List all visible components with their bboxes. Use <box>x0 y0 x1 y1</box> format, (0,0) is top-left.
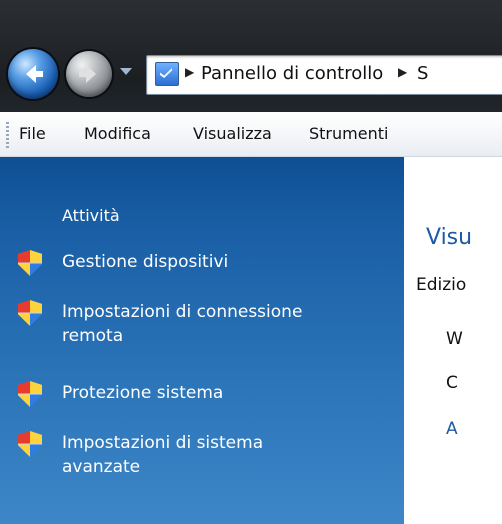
task-link-system-protection[interactable]: Protezione sistema <box>62 381 223 405</box>
page-title: Visu <box>426 225 473 250</box>
uac-shield-icon <box>18 250 42 276</box>
task-link-label: Gestione dispositivi <box>62 252 229 272</box>
menu-label: File <box>19 124 46 143</box>
task-pane: Attività Gestione dispositivi Impostazio… <box>0 157 404 524</box>
menu-label: Visualizza <box>193 124 272 143</box>
task-link-label: Impostazioni di sistema <box>62 433 264 453</box>
task-link-label: Protezione sistema <box>62 383 224 403</box>
task-link-label: remota <box>62 326 124 346</box>
uac-shield-icon <box>18 381 42 407</box>
menu-label: Modifica <box>84 124 151 143</box>
section-heading: Edizio <box>416 275 467 295</box>
task-link-advanced-settings[interactable]: Impostazioni di sistema avanzate <box>62 431 263 479</box>
breadcrumb-separator-icon[interactable]: ▶ <box>185 65 194 79</box>
info-line: W <box>446 329 463 349</box>
breadcrumb-system[interactable]: S <box>417 63 428 84</box>
menu-edit[interactable]: Modifica <box>84 124 151 143</box>
uac-shield-icon <box>18 431 42 457</box>
task-link-label: avanzate <box>62 457 141 477</box>
content-link[interactable]: A <box>446 419 458 439</box>
address-bar[interactable]: ▶ Pannello di controllo ▶ S <box>146 55 502 95</box>
menu-file[interactable]: File <box>19 124 46 143</box>
menu-view[interactable]: Visualizza <box>193 124 272 143</box>
breadcrumb-control-panel[interactable]: Pannello di controllo <box>201 63 383 84</box>
tasks-heading: Attività <box>62 206 120 225</box>
info-line: C <box>446 373 458 393</box>
forward-button[interactable] <box>66 51 112 97</box>
menu-grip <box>6 122 9 148</box>
task-link-remote-settings[interactable]: Impostazioni di connessione remota <box>62 300 302 348</box>
recent-pages-dropdown[interactable] <box>120 68 132 75</box>
menu-tools[interactable]: Strumenti <box>309 124 388 143</box>
back-button[interactable] <box>8 49 58 99</box>
uac-shield-icon <box>18 300 42 326</box>
breadcrumb-separator-icon[interactable]: ▶ <box>398 65 407 79</box>
task-link-device-manager[interactable]: Gestione dispositivi <box>62 250 228 274</box>
window-titlebar: ▶ Pannello di controllo ▶ S <box>0 0 502 112</box>
forward-arrow-icon <box>79 65 96 83</box>
task-link-label: Impostazioni di connessione <box>62 302 303 322</box>
menu-label: Strumenti <box>309 124 389 143</box>
menu-bar: File Modifica Visualizza Strumenti <box>0 112 502 157</box>
back-arrow-icon <box>26 65 43 83</box>
content-area: Visu Edizio W C A <box>404 157 502 524</box>
computer-icon <box>155 62 179 86</box>
